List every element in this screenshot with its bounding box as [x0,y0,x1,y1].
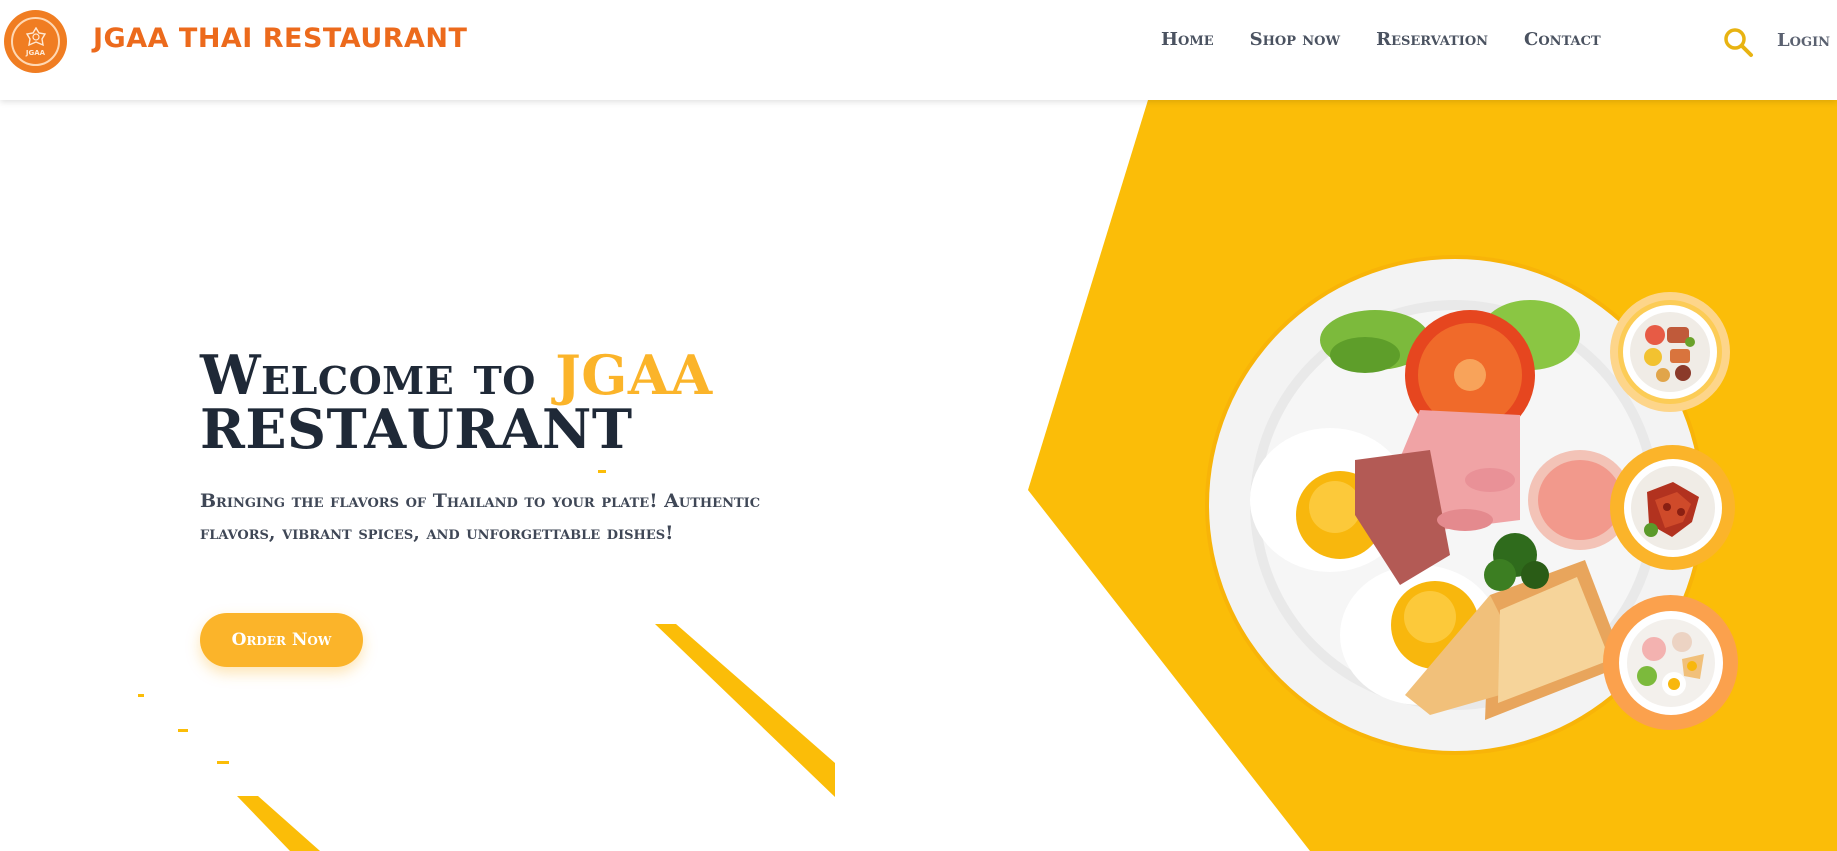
logo-text: JGAA [25,48,46,57]
spicy-wings-thumbnail[interactable] [1610,445,1735,570]
breakfast-plate-thumbnail[interactable] [1603,595,1738,730]
nav-link-home[interactable]: Home [1161,29,1214,50]
restaurant-logo[interactable]: JGAA [4,10,67,73]
temple-emblem-icon [25,26,46,46]
nav-link-shop-now[interactable]: Shop now [1250,29,1340,50]
nav-link-contact[interactable]: Contact [1524,29,1601,50]
nav-link-reservation[interactable]: Reservation [1376,29,1488,50]
search-icon [1724,28,1753,57]
hero-subtitle: Bringing the flavors of Thailand to your… [200,490,761,544]
hero-title-restaurant: RESTAURANT [200,397,633,461]
login-link[interactable]: Login [1777,30,1830,51]
thai-platter-image [1618,300,1722,404]
hero-title: Welcome to JGAA RESTAURANT [200,348,713,456]
breakfast-thumbnail-image [1618,610,1723,715]
logo-emblem: JGAA [11,17,60,66]
spicy-wings-image [1623,458,1722,557]
order-now-button[interactable]: Order Now [200,613,363,667]
nav-menu: Home Shop now Reservation Contact [1161,29,1637,50]
search-button[interactable] [1722,26,1754,58]
navbar: JGAA JGAA THAI RESTAURANT Home Shop now … [0,0,1837,100]
brand-name[interactable]: JGAA THAI RESTAURANT [93,23,467,54]
thai-platter-thumbnail[interactable] [1610,292,1730,412]
